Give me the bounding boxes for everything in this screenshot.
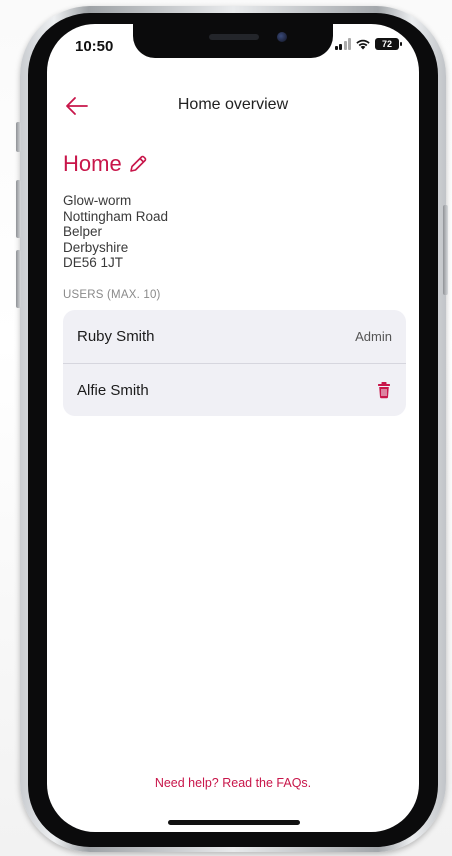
faq-help-link[interactable]: Need help? Read the FAQs.: [47, 776, 419, 790]
address-line: Nottingham Road: [63, 208, 169, 224]
volume-up-button: [16, 180, 21, 238]
battery-icon: 72: [375, 38, 402, 50]
app-header: Home overview: [47, 90, 419, 122]
user-name: Alfie Smith: [77, 381, 149, 399]
users-heading: USERS (MAX. 10): [63, 289, 161, 301]
home-indicator: [168, 820, 300, 825]
page-title: Home overview: [177, 96, 289, 113]
silent-switch: [16, 122, 21, 152]
wifi-icon: [356, 39, 370, 50]
app-screen: 10:50 72 Home overview Home Glow-worm No…: [47, 24, 419, 832]
home-name: Home: [63, 151, 122, 176]
notch: [133, 24, 333, 58]
trash-icon: [378, 382, 390, 399]
device-mockup: 10:50 72 Home overview Home Glow-worm No…: [0, 0, 452, 856]
user-row-ruby-smith[interactable]: Ruby Smith Admin: [63, 310, 406, 363]
user-role-badge: Admin: [355, 329, 392, 344]
delete-user-button[interactable]: [376, 381, 392, 399]
volume-down-button: [16, 250, 21, 308]
power-button: [443, 205, 448, 295]
home-title-row: Home: [63, 151, 148, 177]
edit-home-button[interactable]: [128, 154, 148, 174]
home-address: Glow-worm Nottingham Road Belper Derbysh…: [63, 193, 168, 271]
user-name: Ruby Smith: [77, 328, 155, 345]
front-camera: [277, 32, 287, 42]
address-line: DE56 1JT: [63, 255, 124, 270]
address-line: Derbyshire: [63, 239, 129, 255]
status-time: 10:50: [75, 38, 114, 55]
pencil-icon: [129, 155, 146, 172]
status-icons: 72: [334, 38, 402, 50]
address-line: Belper: [63, 224, 103, 239]
signal-icon: [334, 38, 351, 50]
user-row-alfie-smith[interactable]: Alfie Smith: [63, 363, 406, 416]
speaker-grille: [209, 34, 259, 40]
address-line: Glow-worm: [63, 193, 132, 208]
users-list: Ruby Smith Admin Alfie Smith: [63, 310, 406, 416]
